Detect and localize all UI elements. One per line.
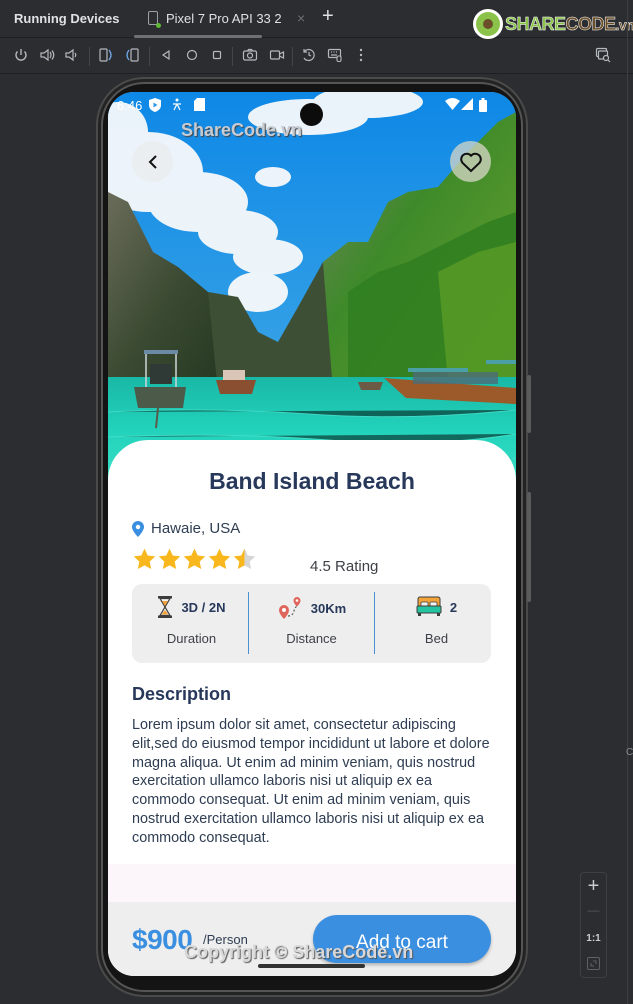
zoom-in-button[interactable]: + — [581, 875, 606, 898]
stat-label: Bed — [424, 631, 449, 646]
logo-text-suffix: .vn — [615, 16, 633, 33]
sd-card-icon — [194, 98, 205, 114]
chevron-left-icon — [148, 154, 157, 169]
destination-title: Band Island Beach — [209, 468, 415, 494]
trip-stats: 3D / 2N Duration 30Km Distance 2 Bed — [132, 584, 491, 663]
device-toolbar — [0, 39, 633, 74]
actual-size-button[interactable]: 1:1 — [581, 933, 606, 944]
power-side-button — [527, 375, 531, 433]
collapsed-panel-glyph: C — [626, 747, 633, 758]
close-tab-icon[interactable]: × — [297, 10, 305, 26]
back-button[interactable] — [132, 141, 173, 182]
accessibility-icon — [171, 98, 183, 115]
device-tab-label: Pixel 7 Pro API 33 2 — [166, 11, 282, 26]
location-text: Hawaie, USA — [151, 520, 241, 537]
battery-icon — [479, 98, 487, 115]
bed-icon — [416, 596, 442, 616]
location-row: Hawaie, USA — [132, 520, 240, 537]
device-screen: 6:46 ShareCode.vn Band Island Beach Hawa… — [108, 92, 516, 976]
toolbar-divider — [89, 47, 90, 66]
logo-badge-icon — [473, 9, 503, 39]
volume-up-icon[interactable] — [38, 47, 56, 65]
logo-text-green: SHARE — [505, 13, 567, 34]
front-camera-cutout — [300, 103, 323, 126]
heart-icon — [459, 152, 482, 172]
wifi-icon — [445, 98, 460, 114]
more-icon[interactable] — [352, 47, 370, 65]
device-mirroring-icon[interactable] — [594, 47, 612, 65]
tab-device[interactable]: Pixel 7 Pro API 33 2 — [134, 0, 282, 38]
power-icon[interactable] — [12, 47, 30, 65]
sharecode-logo: SHARECODE.vn — [473, 9, 633, 39]
watermark-top: ShareCode.vn — [181, 120, 303, 140]
location-pin-icon — [132, 520, 144, 537]
rotate-left-icon[interactable] — [97, 47, 115, 65]
panel-border — [627, 0, 628, 1004]
stat-label: Duration — [166, 631, 217, 646]
details-card: Band Island Beach Hawaie, USA 4.5 Rating… — [108, 440, 516, 880]
star-icon — [207, 547, 232, 572]
panel-title: Running Devices — [14, 11, 120, 26]
bottom-booking-bar: $900 /Person Add to cart Copyright © Sha… — [108, 902, 516, 976]
play-protect-icon — [149, 98, 161, 115]
add-device-tab-button[interactable]: + — [322, 5, 334, 28]
watermark-bottom: Copyright © ShareCode.vn — [184, 942, 414, 962]
stat-value: 3D / 2N — [181, 599, 226, 615]
stat-distance: 30Km Distance — [252, 584, 371, 663]
toolbar-divider — [149, 47, 150, 66]
hourglass-icon — [158, 596, 173, 618]
status-time: 6:46 — [117, 98, 143, 113]
zoom-out-button[interactable]: — — [581, 903, 606, 917]
description-heading: Description — [132, 684, 232, 704]
active-tab-indicator — [134, 35, 262, 38]
volume-side-button — [527, 492, 531, 602]
fit-screen-button[interactable] — [581, 957, 606, 975]
stat-divider — [374, 592, 375, 654]
star-icon — [157, 547, 182, 572]
star-icon — [132, 547, 157, 572]
screen-record-icon[interactable] — [268, 47, 286, 65]
volume-down-icon[interactable] — [63, 47, 81, 65]
home-icon[interactable] — [183, 47, 201, 65]
rotate-right-icon[interactable] — [123, 47, 141, 65]
toolbar-divider — [292, 47, 293, 66]
screenshot-icon[interactable] — [241, 47, 259, 65]
stat-bed: 2 Bed — [377, 584, 496, 663]
stat-value: 30Km — [310, 600, 347, 616]
android-studio-running-devices: Running Devices Pixel 7 Pro API 33 2 × +… — [0, 0, 633, 1004]
zoom-controls: + — 1:1 — [580, 872, 607, 978]
reset-icon[interactable] — [300, 47, 318, 65]
cellular-signal-icon — [461, 98, 473, 114]
overview-icon[interactable] — [208, 47, 226, 65]
content-bottom-spacer — [108, 864, 516, 902]
stat-label: Distance — [286, 631, 337, 646]
star-icon — [182, 547, 207, 572]
toolbar-divider — [232, 47, 233, 66]
device-icon — [148, 11, 161, 28]
description-text: Lorem ipsum dolor sit amet, consectetur … — [132, 717, 490, 846]
back-icon[interactable] — [157, 47, 175, 65]
stat-value: 2 — [449, 599, 458, 615]
star-icon — [232, 547, 257, 572]
fit-screen-icon — [587, 957, 600, 970]
route-pin-icon — [278, 597, 301, 619]
stat-divider — [248, 592, 249, 654]
star-rating — [132, 547, 257, 572]
favorite-button[interactable] — [450, 141, 491, 182]
destination-hero-image: 6:46 ShareCode.vn — [108, 92, 516, 482]
keyboard-icon[interactable] — [326, 47, 344, 65]
rating-label: 4.5 Rating — [310, 558, 379, 575]
logo-text-brown: CODE — [565, 13, 616, 34]
gesture-home-indicator[interactable] — [258, 964, 365, 968]
tool-window-tabbar: Running Devices Pixel 7 Pro API 33 2 × +… — [0, 0, 633, 39]
stat-duration: 3D / 2N Duration — [132, 584, 251, 663]
